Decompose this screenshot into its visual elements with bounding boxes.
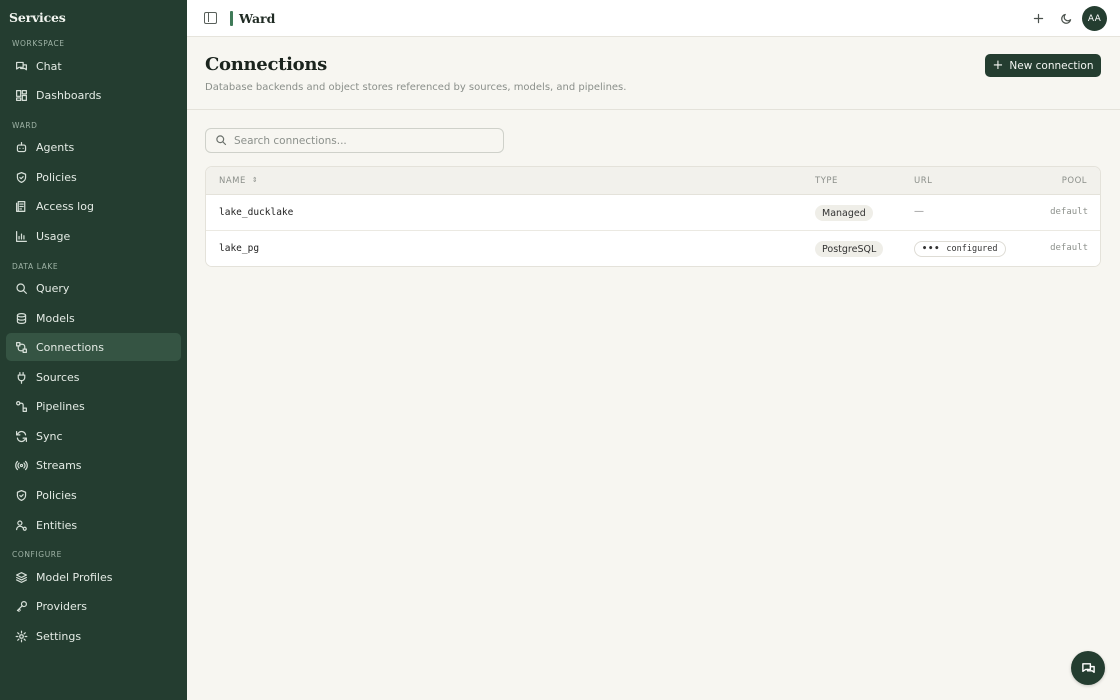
sidebar-item-chat[interactable]: Chat bbox=[6, 52, 181, 80]
sidebar-item-policies[interactable]: Policies bbox=[6, 163, 181, 191]
search-box[interactable] bbox=[205, 128, 504, 153]
table-row[interactable]: lake_pg PostgreSQL ••• configured defaul… bbox=[206, 231, 1100, 266]
sidebar-item-models[interactable]: Models bbox=[6, 304, 181, 332]
section-workspace: WORKSPACE bbox=[12, 39, 65, 48]
sidebar-item-label: Models bbox=[36, 311, 75, 325]
sidebar-item-usage[interactable]: Usage bbox=[6, 222, 181, 250]
shield-icon bbox=[14, 170, 28, 184]
section-data-lake: DATA LAKE bbox=[12, 262, 59, 271]
sidebar-item-label: Connections bbox=[36, 340, 104, 354]
refresh-icon bbox=[14, 429, 28, 443]
masked-dots-icon: ••• bbox=[922, 244, 941, 254]
column-pool-header: POOL bbox=[1061, 176, 1087, 186]
section-configure: CONFIGURE bbox=[12, 550, 62, 559]
connection-name: lake_ducklake bbox=[219, 207, 294, 218]
page-subtitle: Database backends and object stores refe… bbox=[205, 82, 627, 93]
sidebar: Services WORKSPACE Chat Dashboards WARD … bbox=[0, 0, 187, 700]
plus-icon: + bbox=[992, 58, 1004, 73]
shield-icon bbox=[14, 488, 28, 502]
sidebar-item-providers[interactable]: Providers bbox=[6, 592, 181, 620]
sidebar-item-label: Streams bbox=[36, 458, 82, 472]
url-value: — bbox=[914, 206, 924, 217]
sidebar-brand: Services bbox=[9, 10, 66, 25]
sidebar-item-label: Providers bbox=[36, 599, 88, 613]
sidebar-item-query[interactable]: Query bbox=[6, 274, 181, 302]
sidebar-item-label: Pipelines bbox=[36, 399, 85, 413]
moon-icon[interactable] bbox=[1059, 11, 1073, 25]
dashboard-icon bbox=[14, 88, 28, 102]
sort-icon[interactable]: ⇕ bbox=[252, 176, 258, 184]
sidebar-item-connections[interactable]: Connections bbox=[6, 333, 181, 361]
sidebar-item-label: Access log bbox=[36, 199, 94, 213]
robot-icon bbox=[14, 140, 28, 154]
new-connection-button[interactable]: + New connection bbox=[985, 54, 1101, 77]
url-configured-chip[interactable]: ••• configured bbox=[914, 241, 1006, 257]
search-icon bbox=[215, 134, 228, 147]
pool-value: default bbox=[1050, 207, 1088, 217]
column-type-header: TYPE bbox=[815, 176, 838, 186]
bar-chart-icon bbox=[14, 229, 28, 243]
section-ward: WARD bbox=[12, 121, 38, 130]
sidebar-item-label: Dashboards bbox=[36, 88, 102, 102]
connections-icon bbox=[14, 340, 28, 354]
sidebar-item-sync[interactable]: Sync bbox=[6, 422, 181, 450]
chat-icon bbox=[14, 59, 28, 73]
sidebar-item-label: Sync bbox=[36, 429, 63, 443]
avatar[interactable]: AA bbox=[1082, 6, 1107, 31]
pipeline-icon bbox=[14, 399, 28, 413]
layers-icon bbox=[14, 570, 28, 584]
sidebar-item-streams[interactable]: Streams bbox=[6, 451, 181, 479]
sidebar-item-label: Query bbox=[36, 281, 70, 295]
title-accent bbox=[230, 11, 233, 26]
sidebar-item-access-log[interactable]: Access log bbox=[6, 192, 181, 220]
search-icon bbox=[14, 281, 28, 295]
sidebar-item-sources[interactable]: Sources bbox=[6, 363, 181, 391]
sidebar-item-label: Settings bbox=[36, 629, 82, 643]
table-header: NAME ⇕ TYPE URL POOL bbox=[206, 167, 1100, 195]
url-status: configured bbox=[946, 244, 998, 254]
log-icon bbox=[14, 199, 28, 213]
plus-icon[interactable] bbox=[1031, 11, 1045, 25]
sidebar-item-label: Agents bbox=[36, 140, 75, 154]
gear-icon bbox=[14, 629, 28, 643]
sidebar-item-label: Entities bbox=[36, 518, 78, 532]
database-icon bbox=[14, 311, 28, 325]
new-connection-label: New connection bbox=[1009, 59, 1094, 72]
plug-icon bbox=[14, 370, 28, 384]
sidebar-item-label: Policies bbox=[36, 488, 77, 502]
type-badge: Managed bbox=[815, 205, 873, 221]
sidebar-item-label: Policies bbox=[36, 170, 77, 184]
sidebar-toggle-icon[interactable] bbox=[204, 12, 217, 24]
sidebar-item-label: Model Profiles bbox=[36, 570, 113, 584]
connection-name: lake_pg bbox=[219, 243, 260, 254]
broadcast-icon bbox=[14, 458, 28, 472]
search-input[interactable] bbox=[234, 134, 494, 147]
connections-table: NAME ⇕ TYPE URL POOL lake_ducklake Manage… bbox=[205, 166, 1101, 267]
key-icon bbox=[14, 599, 28, 613]
sidebar-item-label: Usage bbox=[36, 229, 71, 243]
table-row[interactable]: lake_ducklake Managed — default bbox=[206, 195, 1100, 231]
page-title: Connections bbox=[205, 54, 327, 75]
chat-fab-button[interactable] bbox=[1071, 651, 1105, 685]
sidebar-item-settings[interactable]: Settings bbox=[6, 622, 181, 650]
sidebar-item-label: Sources bbox=[36, 370, 80, 384]
header-divider bbox=[187, 109, 1120, 110]
app-title: Ward bbox=[239, 11, 276, 26]
sidebar-item-agents[interactable]: Agents bbox=[6, 133, 181, 161]
sidebar-item-policies-lake[interactable]: Policies bbox=[6, 481, 181, 509]
pool-value: default bbox=[1050, 243, 1088, 253]
sidebar-item-pipelines[interactable]: Pipelines bbox=[6, 392, 181, 420]
sidebar-item-label: Chat bbox=[36, 59, 62, 73]
column-name-header[interactable]: NAME ⇕ bbox=[219, 176, 258, 186]
chat-icon bbox=[1081, 662, 1095, 673]
column-url-header: URL bbox=[914, 176, 933, 186]
user-gear-icon bbox=[14, 518, 28, 532]
sidebar-item-entities[interactable]: Entities bbox=[6, 511, 181, 539]
type-badge: PostgreSQL bbox=[815, 241, 884, 257]
sidebar-item-dashboards[interactable]: Dashboards bbox=[6, 81, 181, 109]
top-bar: Ward AA bbox=[187, 0, 1120, 37]
sidebar-item-model-profiles[interactable]: Model Profiles bbox=[6, 563, 181, 591]
